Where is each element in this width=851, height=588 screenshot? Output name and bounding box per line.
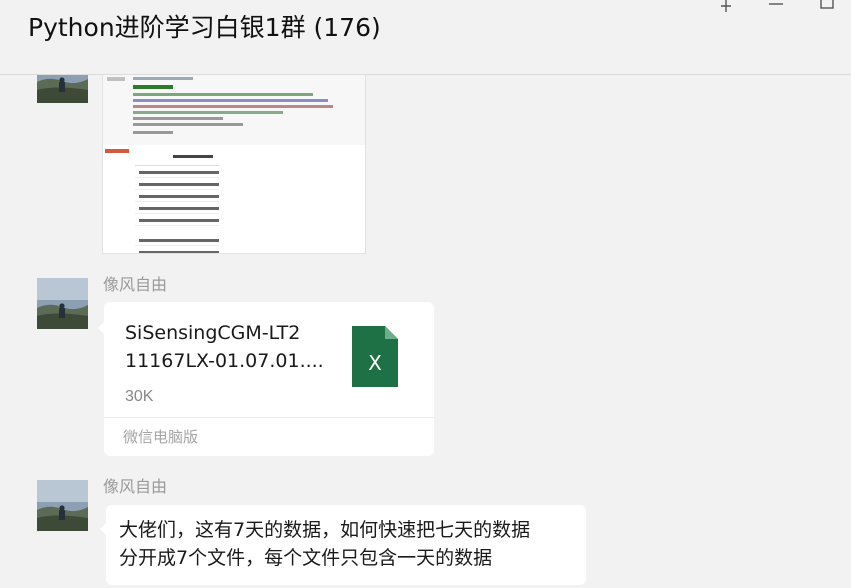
maximize-icon[interactable] bbox=[815, 0, 839, 14]
avatar-image bbox=[37, 480, 88, 531]
excel-letter: X bbox=[368, 351, 382, 375]
avatar[interactable] bbox=[37, 480, 88, 531]
file-name: SiSensingCGM-LT2 11167LX-01.07.01.... bbox=[125, 319, 340, 375]
avatar-image bbox=[37, 278, 88, 329]
sender-name[interactable]: 像风自由 bbox=[103, 473, 167, 497]
file-source-label: 微信电脑版 bbox=[123, 428, 199, 446]
file-message-card[interactable]: SiSensingCGM-LT2 11167LX-01.07.01.... X … bbox=[98, 302, 434, 456]
shared-image[interactable] bbox=[102, 74, 366, 254]
message-list[interactable]: 像风自由 SiSensingCGM-LT2 11167LX-01.07.01..… bbox=[0, 0, 851, 588]
pin-icon[interactable] bbox=[714, 0, 738, 14]
excel-file-icon: X bbox=[352, 326, 398, 387]
minimize-icon[interactable] bbox=[764, 0, 788, 14]
message-text-line: 大佬们，这有7天的数据，如何快速把七天的数据 bbox=[119, 519, 531, 541]
chat-header: Python进阶学习白银1群 (176) bbox=[0, 0, 851, 75]
message-text-line: 分开成7个文件，每个文件只包含一天的数据 bbox=[119, 547, 493, 569]
sender-name[interactable]: 像风自由 bbox=[103, 271, 167, 295]
file-name-line: 11167LX-01.07.01.... bbox=[125, 350, 324, 372]
file-name-line: SiSensingCGM-LT2 bbox=[125, 322, 301, 344]
avatar[interactable] bbox=[37, 278, 88, 329]
code-screenshot-image bbox=[103, 75, 365, 253]
text-message-bubble[interactable]: 大佬们，这有7天的数据，如何快速把七天的数据 分开成7个文件，每个文件只包含一天… bbox=[100, 505, 586, 585]
divider bbox=[104, 417, 434, 418]
chat-title: Python进阶学习白银1群 (176) bbox=[28, 13, 381, 42]
file-size: 30K bbox=[125, 388, 154, 405]
